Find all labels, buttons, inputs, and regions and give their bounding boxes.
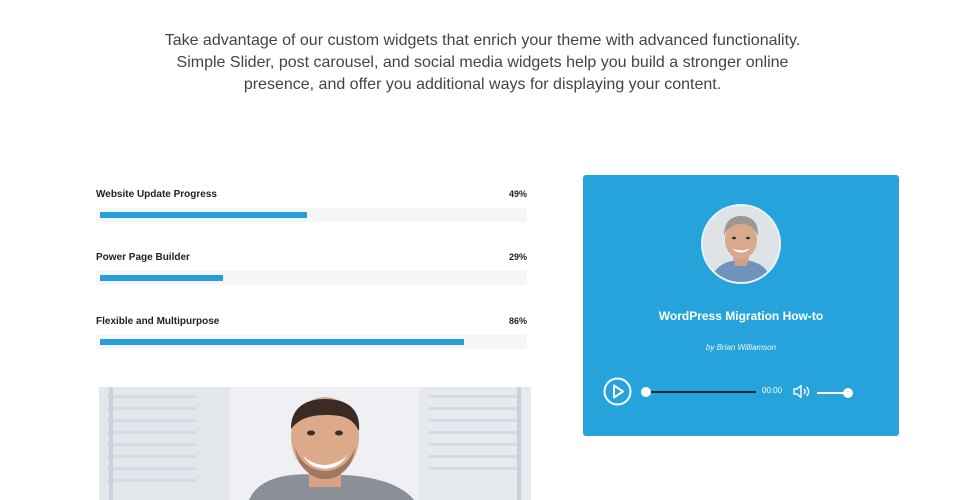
seek-handle[interactable] xyxy=(641,387,651,397)
intro-line-3: presence, and offer you additional ways … xyxy=(243,76,722,93)
avatar xyxy=(701,204,781,284)
progress-label: Flexible and Multipurpose xyxy=(96,315,220,327)
man-smiling-photo xyxy=(99,387,531,500)
audio-player-controls: 00:00 xyxy=(603,377,883,406)
seek-bar[interactable] xyxy=(646,391,756,393)
progress-website-update: Website Update Progress 49% xyxy=(96,187,527,222)
audio-author: by Brian Williamson xyxy=(705,343,777,352)
intro-text: Take advantage of our custom widgets tha… xyxy=(100,30,865,96)
speaker-portrait-image xyxy=(703,206,779,282)
speaker-icon xyxy=(793,384,810,399)
progress-track xyxy=(96,271,527,285)
progress-track xyxy=(96,335,527,349)
progress-fill xyxy=(100,275,223,281)
progress-label: Website Update Progress xyxy=(96,188,217,200)
progress-fill xyxy=(100,339,464,345)
play-circle-icon xyxy=(603,377,632,406)
audio-player-card: WordPress Migration How-to by Brian Will… xyxy=(583,175,899,436)
play-button[interactable] xyxy=(603,377,632,406)
audio-title: WordPress Migration How-to xyxy=(658,309,824,323)
progress-label: Power Page Builder xyxy=(96,251,190,263)
volume-handle[interactable] xyxy=(843,388,853,398)
progress-track xyxy=(96,208,527,222)
intro-line-2: Simple Slider, post carousel, and social… xyxy=(176,54,789,71)
progress-percent: 49% xyxy=(508,189,527,199)
current-time: 00:00 xyxy=(762,386,783,395)
volume-button[interactable] xyxy=(792,383,812,400)
progress-percent: 29% xyxy=(508,252,527,262)
progress-fill xyxy=(100,212,307,218)
office-background-image xyxy=(99,387,531,500)
intro-line-1: Take advantage of our custom widgets tha… xyxy=(164,32,801,49)
progress-flexible-multipurpose: Flexible and Multipurpose 86% xyxy=(96,314,527,349)
progress-percent: 86% xyxy=(508,316,527,326)
progress-power-page-builder: Power Page Builder 29% xyxy=(96,250,527,285)
